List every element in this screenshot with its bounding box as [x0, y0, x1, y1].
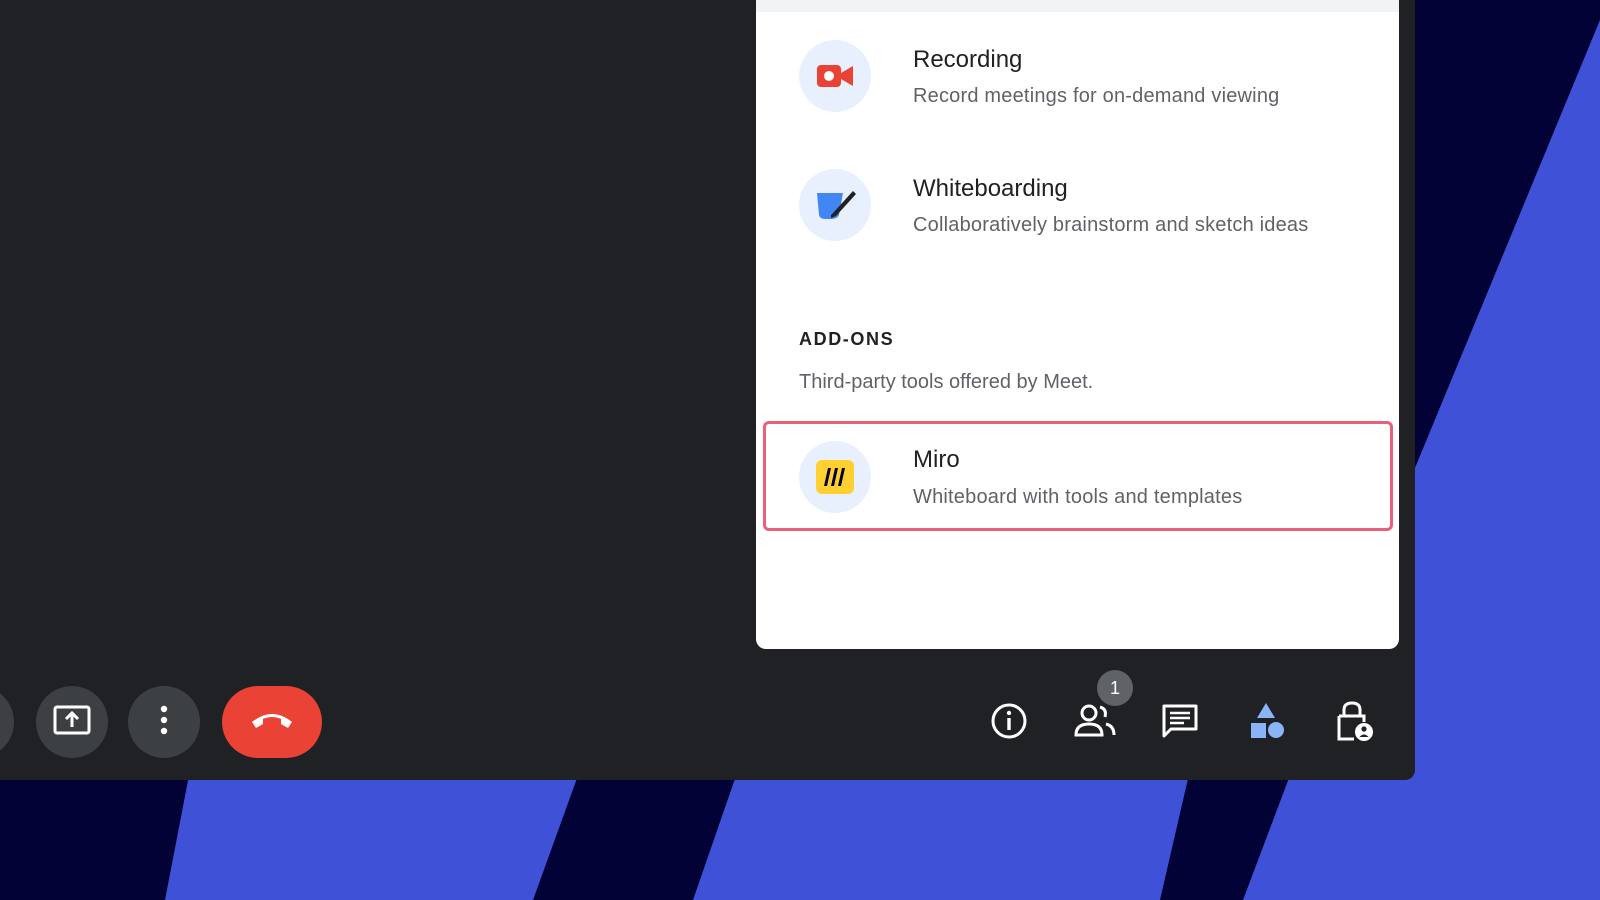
panel-header-strip — [756, 0, 1399, 12]
info-button[interactable] — [986, 700, 1032, 746]
chat-icon — [1161, 703, 1199, 744]
people-count-badge: 1 — [1097, 670, 1133, 706]
partial-control-button[interactable] — [0, 686, 14, 758]
more-vert-icon — [159, 705, 169, 740]
more-options-button[interactable] — [128, 686, 200, 758]
activity-title: Recording — [913, 46, 1023, 73]
addon-item-miro[interactable]: Miro Whiteboard with tools and templates — [763, 421, 1393, 531]
whiteboard-icon — [799, 169, 871, 241]
hang-up-icon — [250, 710, 294, 735]
activities-button[interactable] — [1244, 700, 1290, 746]
meet-window: Recording Record meetings for on-demand … — [0, 0, 1415, 780]
lock-person-icon — [1334, 700, 1374, 747]
present-screen-icon — [53, 705, 91, 740]
addon-description: Whiteboard with tools and templates — [913, 486, 1243, 508]
activity-description: Collaboratively brainstorm and sketch id… — [913, 214, 1309, 236]
leave-call-button[interactable] — [222, 686, 322, 758]
activity-item-recording[interactable]: Recording Record meetings for on-demand … — [756, 33, 1399, 133]
activities-panel: Recording Record meetings for on-demand … — [756, 0, 1399, 649]
addons-subtitle: Third-party tools offered by Meet. — [799, 371, 1094, 393]
activity-title: Whiteboarding — [913, 175, 1068, 202]
activity-description: Record meetings for on-demand viewing — [913, 85, 1280, 107]
present-button[interactable] — [36, 686, 108, 758]
activity-item-whiteboarding[interactable]: Whiteboarding Collaboratively brainstorm… — [756, 162, 1399, 262]
addon-title: Miro — [913, 446, 960, 473]
chat-button[interactable] — [1157, 700, 1203, 746]
miro-logo-icon — [799, 441, 871, 513]
shapes-icon — [1247, 701, 1287, 746]
host-controls-button[interactable] — [1331, 700, 1377, 746]
info-icon — [990, 702, 1028, 745]
record-video-icon — [799, 40, 871, 112]
miro-logo — [816, 460, 854, 494]
people-icon — [1073, 703, 1117, 744]
addons-heading: ADD-ONS — [799, 329, 895, 349]
people-button[interactable] — [1072, 700, 1118, 746]
